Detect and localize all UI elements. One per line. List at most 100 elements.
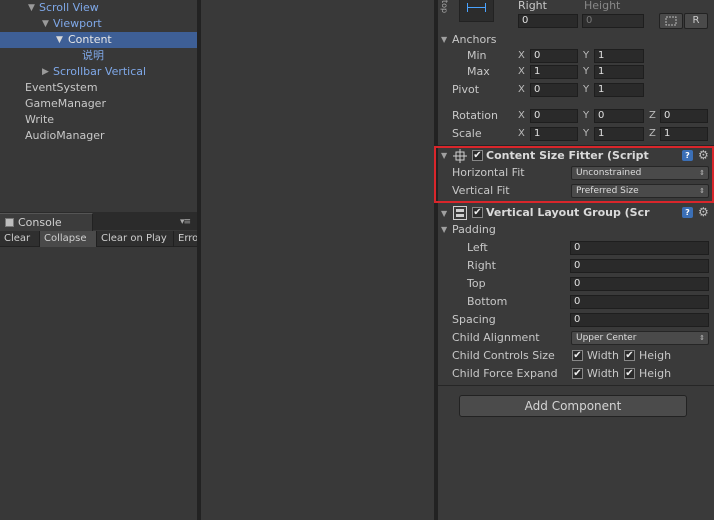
blueprint-icon: [665, 16, 677, 26]
child-force-width-checkbox[interactable]: ✔: [572, 368, 583, 379]
hierarchy-item-write[interactable]: Write: [0, 112, 197, 128]
child-controls-height-checkbox[interactable]: ✔: [624, 350, 635, 361]
rotation-label: Rotation: [452, 109, 499, 122]
axis-z-label: Z: [649, 110, 656, 121]
fold-arrow-icon[interactable]: ▼: [441, 223, 447, 237]
error-pause-button[interactable]: Error: [174, 231, 197, 247]
collapse-button[interactable]: Collapse: [40, 231, 97, 247]
axis-y-label: Y: [583, 128, 590, 139]
hierarchy-item-shuoming[interactable]: 说明: [0, 48, 197, 64]
clear-on-play-button[interactable]: Clear on Play: [97, 231, 174, 247]
clear-button[interactable]: Clear: [0, 231, 40, 247]
axis-x-label: X: [518, 110, 525, 121]
axis-y-label: Y: [583, 110, 590, 121]
vertical-layout-group-enabled-checkbox[interactable]: ✔: [472, 207, 483, 218]
add-component-button[interactable]: Add Component: [459, 395, 687, 417]
console-toolbar: Clear Collapse Clear on Play Error: [0, 231, 197, 247]
padding-right-field[interactable]: 0: [570, 259, 709, 273]
hierarchy-item-label: Viewport: [53, 17, 102, 30]
padding-bottom-label: Bottom: [467, 295, 508, 308]
hierarchy-item-label: EventSystem: [25, 81, 98, 94]
child-controls-size-label: Child Controls Size: [452, 349, 555, 362]
blueprint-mode-button[interactable]: [659, 13, 683, 29]
expand-arrow-icon[interactable]: ▼: [56, 32, 63, 48]
child-controls-width-checkbox[interactable]: ✔: [572, 350, 583, 361]
hierarchy-item-content[interactable]: ▼ Content: [0, 32, 197, 48]
stretch-horizontal-icon: [467, 7, 485, 8]
vertical-layout-group-title: Vertical Layout Group (Scr: [486, 206, 650, 219]
hierarchy-item-label: Scroll View: [39, 1, 99, 14]
hierarchy-item-eventsystem[interactable]: EventSystem: [0, 80, 197, 96]
hierarchy-item-viewport[interactable]: ▼ Viewport: [0, 16, 197, 32]
anchors-max-x-field[interactable]: 1: [530, 65, 578, 79]
scale-label: Scale: [452, 127, 482, 140]
child-alignment-value: Upper Center: [576, 333, 637, 343]
height-label: Height: [584, 0, 621, 12]
spacing-label: Spacing: [452, 313, 496, 326]
child-force-height-label: Heigh: [639, 367, 672, 380]
right-field[interactable]: 0: [518, 14, 578, 28]
component-separator: [438, 385, 714, 386]
right-label: Right: [518, 0, 547, 12]
padding-top-label: Top: [467, 277, 486, 290]
tab-console[interactable]: Console: [0, 213, 93, 231]
dropdown-caret-icon: ⇕: [699, 334, 705, 342]
pivot-x-field[interactable]: 0: [530, 83, 578, 97]
hierarchy-item-scrollbar-vertical[interactable]: ▶ Scrollbar Vertical: [0, 64, 197, 80]
hierarchy-item-gamemanager[interactable]: GameManager: [0, 96, 197, 112]
help-icon[interactable]: ?: [682, 207, 693, 218]
console-icon: [5, 218, 14, 227]
padding-left-field[interactable]: 0: [570, 241, 709, 255]
padding-right-label: Right: [467, 259, 496, 272]
anchor-preset-button[interactable]: [459, 0, 494, 22]
rotation-z-field[interactable]: 0: [660, 109, 708, 123]
console-tab-label: Console: [18, 216, 62, 229]
anchors-label: Anchors: [452, 33, 497, 46]
rotation-x-field[interactable]: 0: [530, 109, 578, 123]
hierarchy-item-label: Scrollbar Vertical: [53, 65, 147, 78]
anchors-min-label: Min: [467, 49, 487, 62]
panel-menu-icon[interactable]: ▾≡: [180, 217, 191, 227]
scale-z-field[interactable]: 1: [660, 127, 708, 141]
gear-icon[interactable]: ⚙: [698, 206, 709, 218]
highlight-box: [434, 146, 714, 203]
padding-bottom-field[interactable]: 0: [570, 295, 709, 309]
console-panel: Console ▾≡ Clear Collapse Clear on Play …: [0, 212, 197, 520]
padding-top-field[interactable]: 0: [570, 277, 709, 291]
axis-x-label: X: [518, 128, 525, 139]
child-force-height-checkbox[interactable]: ✔: [624, 368, 635, 379]
expand-arrow-icon[interactable]: ▶: [42, 64, 49, 80]
child-force-width-label: Width: [587, 367, 619, 380]
hierarchy-item-scroll-view[interactable]: ▼ Scroll View: [0, 0, 197, 16]
axis-y-label: Y: [583, 66, 590, 77]
axis-x-label: X: [518, 66, 525, 77]
hierarchy-item-label: 说明: [82, 49, 104, 62]
rotation-y-field[interactable]: 0: [594, 109, 644, 123]
hierarchy-item-label: Content: [68, 33, 112, 46]
height-field[interactable]: 0: [582, 14, 644, 28]
child-controls-width-label: Width: [587, 349, 619, 362]
anchors-max-y-field[interactable]: 1: [594, 65, 644, 79]
anchors-min-y-field[interactable]: 1: [594, 49, 644, 63]
scale-x-field[interactable]: 1: [530, 127, 578, 141]
padding-label: Padding: [452, 223, 496, 236]
stretch-horizontal-icon: [485, 3, 486, 12]
pivot-y-field[interactable]: 1: [594, 83, 644, 97]
child-force-expand-label: Child Force Expand: [452, 367, 558, 380]
expand-arrow-icon[interactable]: ▼: [42, 16, 49, 32]
pivot-label: Pivot: [452, 83, 480, 96]
spacing-field[interactable]: 0: [570, 313, 709, 327]
anchors-min-x-field[interactable]: 0: [530, 49, 578, 63]
child-alignment-dropdown[interactable]: Upper Center ⇕: [571, 331, 709, 345]
scale-y-field[interactable]: 1: [594, 127, 644, 141]
expand-arrow-icon[interactable]: ▼: [28, 0, 35, 16]
scene-view[interactable]: [201, 0, 434, 520]
axis-y-label: Y: [583, 84, 590, 95]
axis-x-label: X: [518, 84, 525, 95]
raw-edit-button[interactable]: R: [684, 13, 708, 29]
fold-arrow-icon[interactable]: ▼: [441, 207, 447, 221]
fold-arrow-icon[interactable]: ▼: [441, 33, 447, 47]
console-tab-bar: Console ▾≡: [0, 212, 197, 231]
hierarchy-item-audiomanager[interactable]: AudioManager: [0, 128, 197, 144]
child-alignment-label: Child Alignment: [452, 331, 540, 344]
